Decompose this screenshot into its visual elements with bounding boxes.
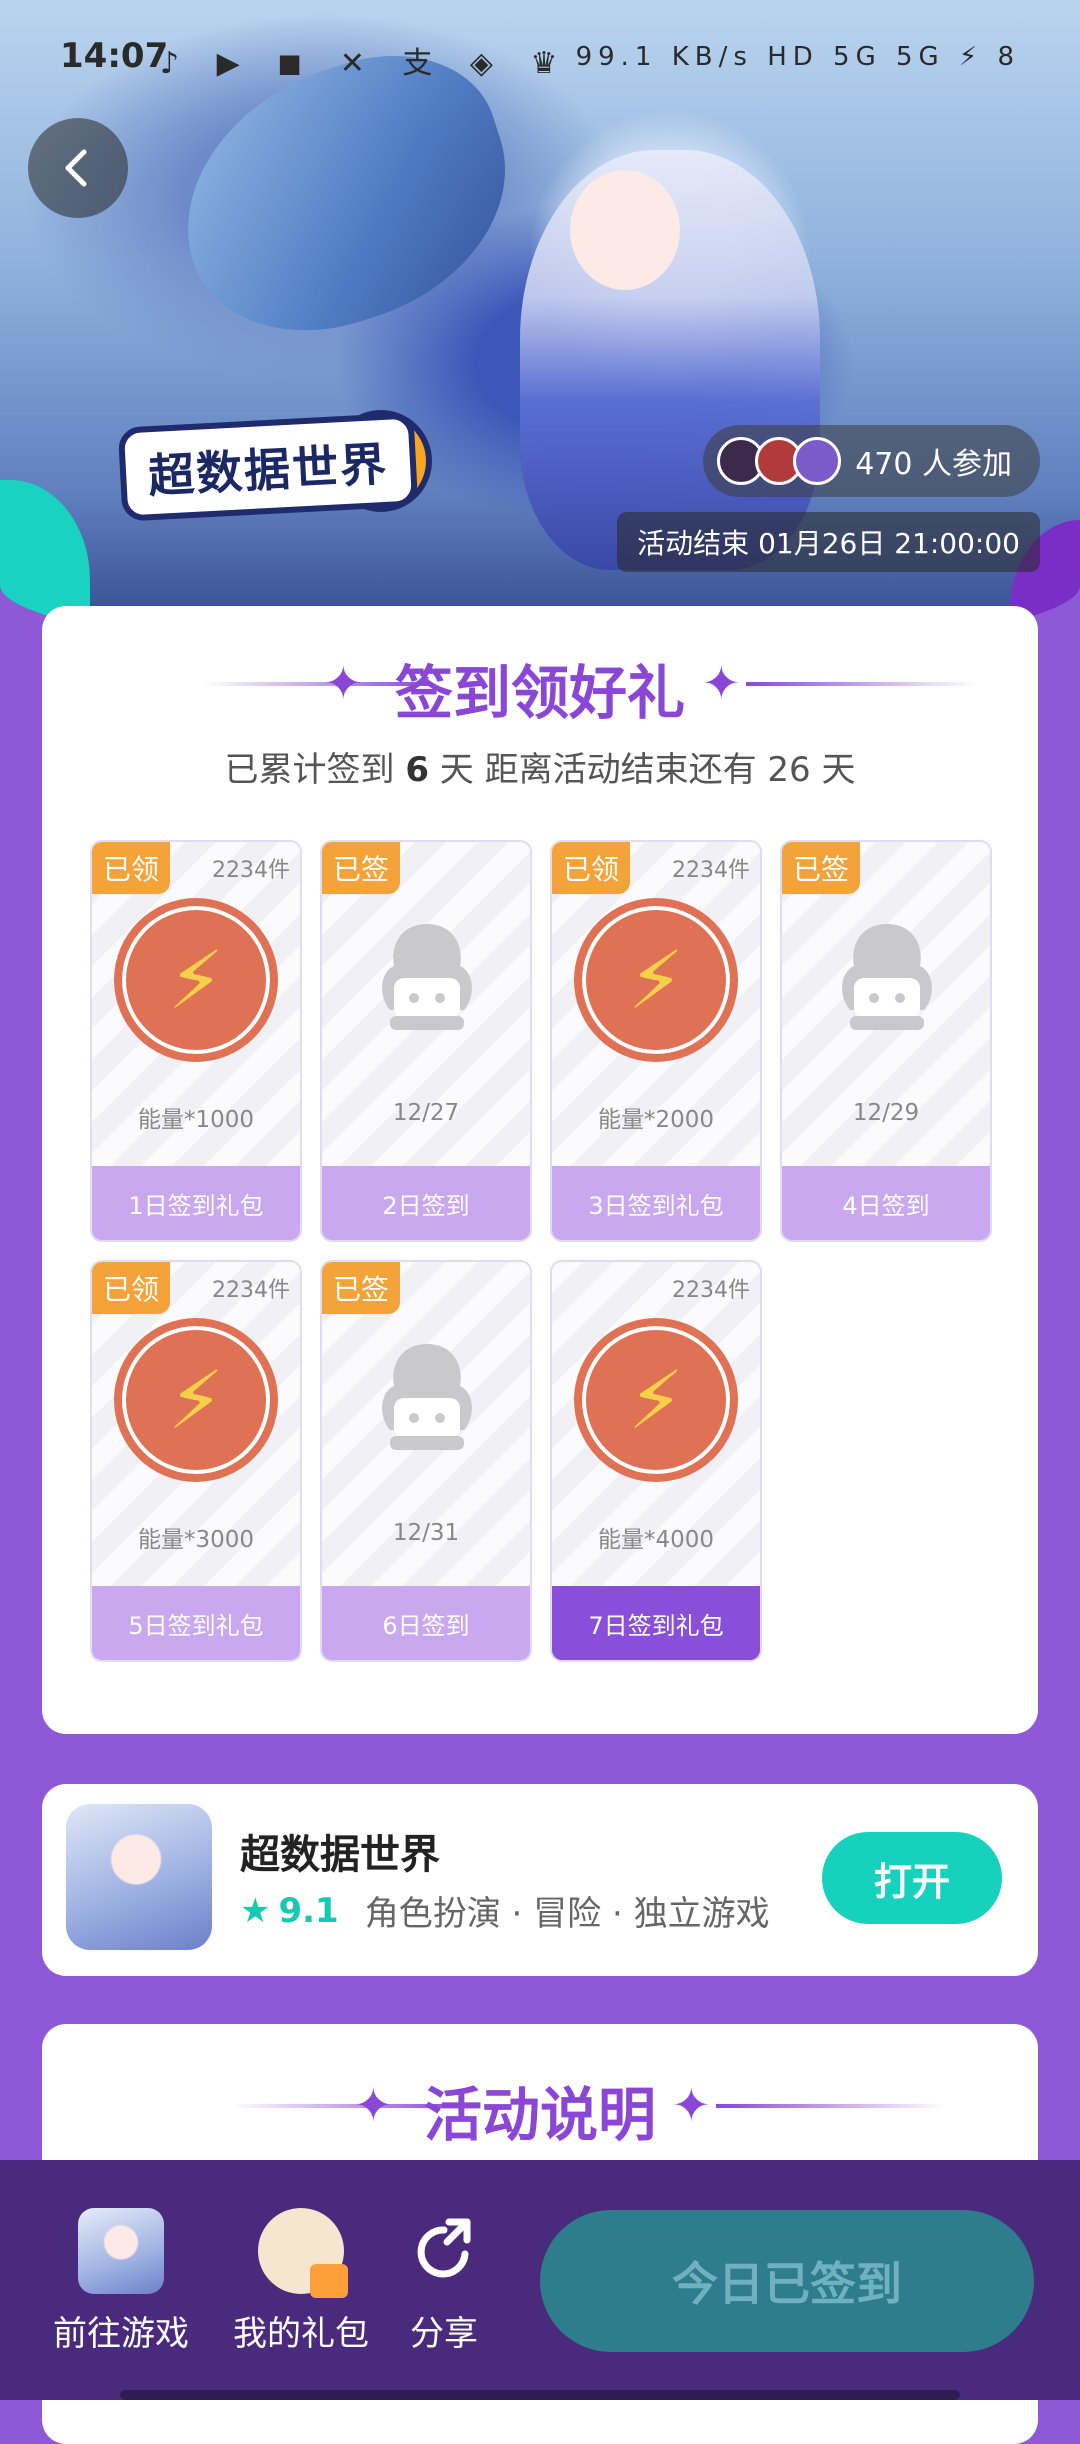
reward-description: 能量*1000 — [137, 1107, 255, 1133]
status-badge: 已领 — [92, 842, 170, 894]
bottom-action-bar: 前往游戏 我的礼包 分享 今日已签到 — [0, 2160, 1080, 2400]
avatar — [793, 437, 842, 485]
signin-day-tile[interactable]: ⚡ 已领 2234件能量*2000 3日签到礼包 — [550, 840, 762, 1242]
status-badge: 已领 — [92, 1262, 170, 1314]
game-thumbnail-icon — [78, 2208, 164, 2294]
sparkle-icon: ✦ — [672, 2078, 711, 2132]
day-label: 5日签到礼包 — [92, 1586, 300, 1660]
signin-day-tile[interactable]: 已签 12/31 6日签到 — [320, 1260, 532, 1662]
title-decoration-right — [746, 682, 976, 686]
participants-count: 470 人参加 — [855, 447, 1012, 482]
go-to-game-button[interactable]: 前往游戏 — [46, 2208, 196, 2355]
share-icon — [401, 2208, 487, 2294]
game-rating: 9.1 — [278, 1890, 339, 1931]
game-meta: ★ 9.1 角色扮演 · 冒险 · 独立游戏 — [240, 1886, 770, 1935]
status-badge: 已签 — [322, 1262, 400, 1314]
status-badge: 已签 — [782, 842, 860, 894]
hero-banner: 超数据世界 14:07 ♪ ▶ ◼ ✕ 支 ◈ ♛ 99.1 KB/s HD 5… — [0, 0, 1080, 660]
reward-description: 12/27 — [392, 1100, 460, 1126]
back-button[interactable] — [28, 118, 128, 218]
reward-stock-count: 2234件 — [212, 858, 290, 883]
day-label: 6日签到 — [322, 1586, 530, 1660]
day-label: 3日签到礼包 — [552, 1166, 760, 1240]
star-icon: ★ — [240, 1890, 271, 1931]
my-gifts-button[interactable]: 我的礼包 — [226, 2208, 376, 2355]
go-to-game-label: 前往游戏 — [53, 2314, 189, 2354]
sparkle-icon: ✦ — [702, 656, 741, 710]
game-icon[interactable] — [66, 1804, 212, 1950]
reward-description: 能量*3000 — [137, 1527, 255, 1553]
game-logo: 超数据世界 — [117, 412, 419, 522]
participant-avatars — [717, 437, 842, 485]
reward-stock-count: 2234件 — [672, 1278, 750, 1303]
signin-title: 签到领好礼 — [394, 659, 685, 727]
my-gifts-label: 我的礼包 — [233, 2314, 369, 2354]
notification-icons: ♪ ▶ ◼ ✕ 支 ◈ ♛ — [160, 46, 572, 81]
signin-day-tile[interactable]: 已签 12/27 2日签到 — [320, 840, 532, 1242]
reward-stock-count: 2234件 — [212, 1278, 290, 1303]
game-card[interactable]: 超数据世界 ★ 9.1 角色扮演 · 冒险 · 独立游戏 打开 — [42, 1784, 1038, 1976]
signin-card: ✦ 签到领好礼 ✦ 已累计签到 6 天 距离活动结束还有 26 天 ⚡ 已领 223… — [42, 606, 1038, 1734]
mascot-placeholder-icon — [372, 1338, 482, 1458]
gift-box-icon — [310, 2264, 348, 2298]
title-decoration-right — [716, 2104, 946, 2108]
game-tags: 角色扮演 · 冒险 · 独立游戏 — [364, 1894, 770, 1934]
chevron-left-icon — [65, 149, 87, 187]
share-label: 分享 — [410, 2314, 478, 2354]
gift-avatar-icon — [258, 2208, 348, 2298]
status-badge: 已签 — [322, 842, 400, 894]
day-label: 4日签到 — [782, 1166, 990, 1240]
signin-day-tile[interactable]: ⚡ 已领 2234件能量*3000 5日签到礼包 — [90, 1260, 302, 1662]
status-bar: 14:07 ♪ ▶ ◼ ✕ 支 ◈ ♛ 99.1 KB/s HD 5G 5G ⚡… — [0, 0, 1080, 110]
reward-stock-count: 2234件 — [672, 858, 750, 883]
activity-end-time: 活动结束 01月26日 21:00:00 — [617, 512, 1040, 572]
checkin-button[interactable]: 今日已签到 — [540, 2210, 1034, 2352]
share-button[interactable]: 分享 — [400, 2208, 488, 2355]
energy-reward-icon: ⚡ — [114, 898, 278, 1062]
signin-day-tile[interactable]: 已签 12/29 4日签到 — [780, 840, 992, 1242]
status-badge: 已领 — [552, 842, 630, 894]
system-status-icons: 99.1 KB/s HD 5G 5G ⚡ 8 — [575, 42, 1020, 72]
reward-description: 能量*4000 — [597, 1527, 715, 1553]
day-label: 2日签到 — [322, 1166, 530, 1240]
character-face — [570, 170, 680, 290]
energy-reward-icon: ⚡ — [574, 898, 738, 1062]
mascot-placeholder-icon — [372, 918, 482, 1038]
game-name: 超数据世界 — [240, 1832, 440, 1878]
status-time: 14:07 — [60, 36, 169, 76]
participants-badge: 470 人参加 — [703, 425, 1040, 497]
energy-reward-icon: ⚡ — [574, 1318, 738, 1482]
home-indicator[interactable] — [120, 2390, 960, 2400]
signin-summary: 已累计签到 6 天 距离活动结束还有 26 天 — [224, 750, 856, 790]
energy-reward-icon: ⚡ — [114, 1318, 278, 1482]
reward-description: 能量*2000 — [597, 1107, 715, 1133]
signin-days-count: 6 — [405, 750, 429, 790]
signin-day-tile[interactable]: ⚡ 2234件能量*4000 7日签到礼包 — [550, 1260, 762, 1662]
day-label: 7日签到礼包 — [552, 1586, 760, 1660]
mascot-placeholder-icon — [832, 918, 942, 1038]
signin-day-tile[interactable]: ⚡ 已领 2234件能量*1000 1日签到礼包 — [90, 840, 302, 1242]
rules-title: 活动说明 — [423, 2081, 656, 2149]
day-label: 1日签到礼包 — [92, 1166, 300, 1240]
reward-description: 12/31 — [392, 1520, 460, 1546]
reward-description: 12/29 — [852, 1100, 920, 1126]
open-game-button[interactable]: 打开 — [822, 1832, 1002, 1924]
